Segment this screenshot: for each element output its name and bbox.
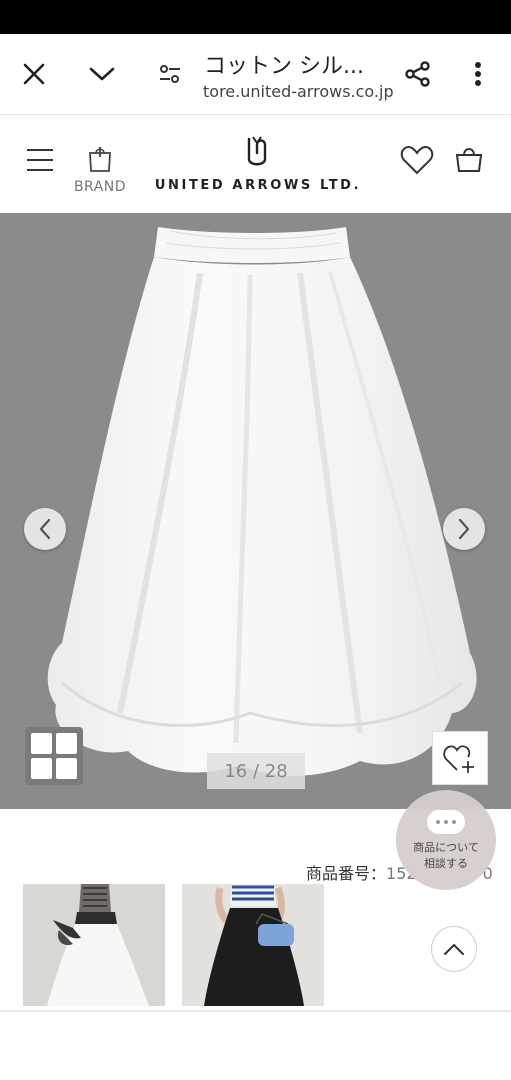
browser-toolbar: コットン シル... tore.united-arrows.co.jp [0,34,511,115]
product-image [47,227,477,776]
brand-button[interactable]: BRAND [72,141,128,201]
grid-icon[interactable] [25,727,83,785]
thumbnail-image [23,884,165,1006]
logo-mark[interactable] [246,135,268,173]
hamburger-icon[interactable] [26,147,54,173]
shopping-bag-icon [88,145,112,177]
thumbnail-image [182,884,324,1006]
status-bar [0,0,511,34]
heart-icon[interactable] [400,145,434,177]
product-image-gallery[interactable]: 16 / 28 [0,213,511,809]
chat-label: 商品について 相談する [396,840,496,872]
chat-label-line1: 商品について [413,841,479,854]
tune-icon[interactable] [152,56,188,92]
chat-label-line2: 相談する [424,857,468,870]
product-number-label: 商品番号： [306,864,387,883]
chat-consult-button[interactable]: 商品について 相談する [396,790,496,890]
chevron-up-icon[interactable] [431,926,477,972]
share-icon[interactable] [400,56,436,92]
page-title[interactable]: コットン シル... [204,48,364,80]
chevron-left-icon[interactable] [24,508,66,550]
image-counter: 16 / 28 [207,753,305,789]
chevron-right-icon[interactable] [443,508,485,550]
more-vert-icon[interactable] [460,56,496,92]
page-url[interactable]: tore.united-arrows.co.jp [203,82,394,101]
close-icon[interactable] [16,56,52,92]
styling-thumbnail[interactable] [23,884,165,1006]
styling-thumbnail[interactable] [182,884,324,1006]
brand-label: BRAND [73,179,127,195]
site-header: BRAND UNITED ARROWS LTD. [0,115,511,213]
logo-text[interactable]: UNITED ARROWS LTD. [152,178,364,193]
chevron-down-icon[interactable] [84,56,120,92]
divider [0,1010,511,1012]
heart-plus-icon[interactable] [432,731,488,785]
cart-icon[interactable] [454,145,488,177]
chat-icon [427,810,465,834]
